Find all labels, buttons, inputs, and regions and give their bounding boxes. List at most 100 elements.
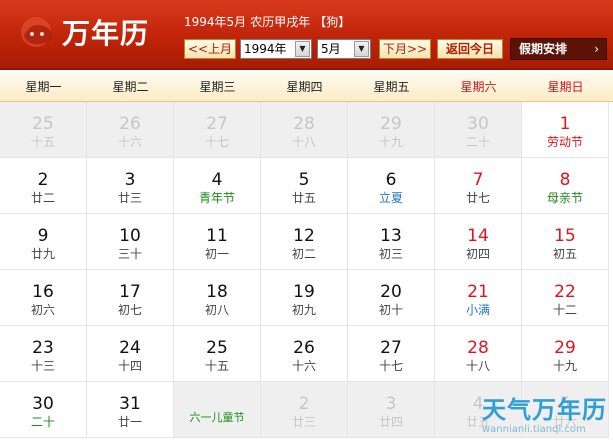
day-number: 14: [467, 226, 489, 246]
year-select[interactable]: 1994年 ▼: [240, 39, 312, 59]
day-cell[interactable]: 27 十七: [174, 102, 261, 158]
day-cell[interactable]: 12 初二: [261, 214, 348, 270]
chevron-down-icon[interactable]: ▼: [295, 41, 310, 57]
day-cell[interactable]: 24 十四: [87, 326, 174, 382]
day-number: 3: [385, 394, 397, 414]
day-cell[interactable]: 25 十五: [174, 326, 261, 382]
day-cell[interactable]: 14 初四: [435, 214, 522, 270]
day-number: 21: [467, 282, 489, 302]
next-month-button[interactable]: 下月>>: [379, 39, 431, 59]
weekday-header-row: 星期一 星期二 星期三 星期四 星期五 星期六 星期日: [0, 72, 613, 102]
day-cell[interactable]: 27 十七: [348, 326, 435, 382]
day-cell[interactable]: 28 十八: [435, 326, 522, 382]
lunar-day-label: 十五: [204, 359, 229, 373]
day-cell[interactable]: 2 廿二: [0, 158, 87, 214]
lunar-day-label: 小满: [465, 303, 490, 317]
month-select-value: 5月: [321, 42, 341, 56]
lunar-day-label: 十六: [117, 135, 142, 149]
day-cell[interactable]: 1 劳动节: [522, 102, 609, 158]
day-number: 29: [554, 338, 576, 358]
day-number: 27: [206, 114, 228, 134]
day-number: 6: [385, 170, 397, 190]
day-cell[interactable]: 17 初七: [87, 270, 174, 326]
day-number: 20: [380, 282, 402, 302]
chevron-right-icon: ›: [594, 42, 599, 56]
month-select[interactable]: 5月 ▼: [317, 39, 371, 59]
day-cell[interactable]: 28 十八: [261, 102, 348, 158]
chevron-down-icon[interactable]: ▼: [354, 41, 369, 57]
lunar-day-label: 初一: [204, 247, 229, 261]
day-cell[interactable]: 6 立夏: [348, 158, 435, 214]
day-number: 8: [559, 170, 571, 190]
day-cell[interactable]: 3 廿四: [348, 382, 435, 438]
holiday-schedule-dropdown[interactable]: 假期安排 ›: [510, 38, 607, 60]
app-logo-title: 万年历: [62, 17, 150, 50]
lunar-day-label: 初二: [291, 247, 316, 261]
day-cell[interactable]: 26 十六: [261, 326, 348, 382]
day-cell[interactable]: 4 青年节: [174, 158, 261, 214]
back-to-today-button[interactable]: 返回今日: [437, 39, 503, 59]
lunar-day-label: 初九: [291, 303, 316, 317]
day-number: 4: [211, 170, 223, 190]
day-cell[interactable]: 19 初九: [261, 270, 348, 326]
lunar-day-label: 廿二: [30, 191, 55, 205]
day-cell[interactable]: 26 十六: [87, 102, 174, 158]
day-cell[interactable]: 5 廿五: [261, 158, 348, 214]
lunar-day-label: 廿五: [291, 191, 316, 205]
lunar-day-label: 廿一: [117, 415, 142, 429]
day-cell[interactable]: 2 廿三: [261, 382, 348, 438]
lunar-day-label: 十七: [378, 359, 403, 373]
day-number: 24: [119, 338, 141, 358]
lunar-day-label: 初三: [378, 247, 403, 261]
day-number: 28: [467, 338, 489, 358]
day-number: 18: [206, 282, 228, 302]
current-month-info: 1994年5月 农历甲戌年 【狗】: [184, 14, 354, 30]
lunar-day-label: 青年节: [198, 191, 235, 205]
weekday-label: 星期四: [286, 80, 323, 94]
lunar-day-label: 初八: [204, 303, 229, 317]
day-cell[interactable]: 23 十三: [0, 326, 87, 382]
day-cell[interactable]: 11 初一: [174, 214, 261, 270]
day-cell[interactable]: 六一儿童节: [174, 382, 261, 438]
day-cell[interactable]: 25 十五: [0, 102, 87, 158]
day-number: 5: [298, 170, 310, 190]
day-cell[interactable]: 29 十九: [522, 326, 609, 382]
holiday-schedule-label: 假期安排: [519, 42, 568, 56]
day-cell[interactable]: 18 初八: [174, 270, 261, 326]
lunar-day-label: 初五: [552, 247, 577, 261]
day-cell[interactable]: 8 母亲节: [522, 158, 609, 214]
weekday-label: 星期日: [547, 80, 584, 94]
day-cell[interactable]: 22 十二: [522, 270, 609, 326]
day-cell[interactable]: 21 小满: [435, 270, 522, 326]
day-cell[interactable]: 15 初五: [522, 214, 609, 270]
day-cell[interactable]: 9 廿九: [0, 214, 87, 270]
weekday-label: 星期一: [25, 80, 62, 94]
day-cell[interactable]: 7 廿七: [435, 158, 522, 214]
day-cell[interactable]: 16 初六: [0, 270, 87, 326]
day-number: 9: [37, 226, 49, 246]
day-cell[interactable]: 31 廿一: [87, 382, 174, 438]
day-number: 27: [380, 338, 402, 358]
zodiac-text: 【狗】: [314, 15, 351, 29]
day-cell[interactable]: 30 二十: [435, 102, 522, 158]
weekday-label: 星期五: [373, 80, 410, 94]
day-cell[interactable]: 10 三十: [87, 214, 174, 270]
lunar-day-label: 十七: [204, 135, 229, 149]
lunar-day-label: 立夏: [378, 191, 403, 205]
day-cell[interactable]: 3 廿三: [87, 158, 174, 214]
day-cell[interactable]: 20 初十: [348, 270, 435, 326]
lunar-day-label: 十四: [117, 359, 142, 373]
day-number: 30: [32, 394, 54, 414]
day-cell[interactable]: 30 二十: [0, 382, 87, 438]
lunar-day-label: 十九: [552, 359, 577, 373]
prev-month-button[interactable]: <<上月: [184, 39, 236, 59]
lunar-day-label: 廿四: [378, 415, 403, 429]
day-number: 13: [380, 226, 402, 246]
day-number: 19: [293, 282, 315, 302]
lunar-day-label: 初六: [30, 303, 55, 317]
day-cell[interactable]: 29 十九: [348, 102, 435, 158]
lunar-day-label: 廿七: [465, 191, 490, 205]
day-cell[interactable]: 13 初三: [348, 214, 435, 270]
lunar-day-label: 初七: [117, 303, 142, 317]
day-number: 3: [124, 170, 136, 190]
